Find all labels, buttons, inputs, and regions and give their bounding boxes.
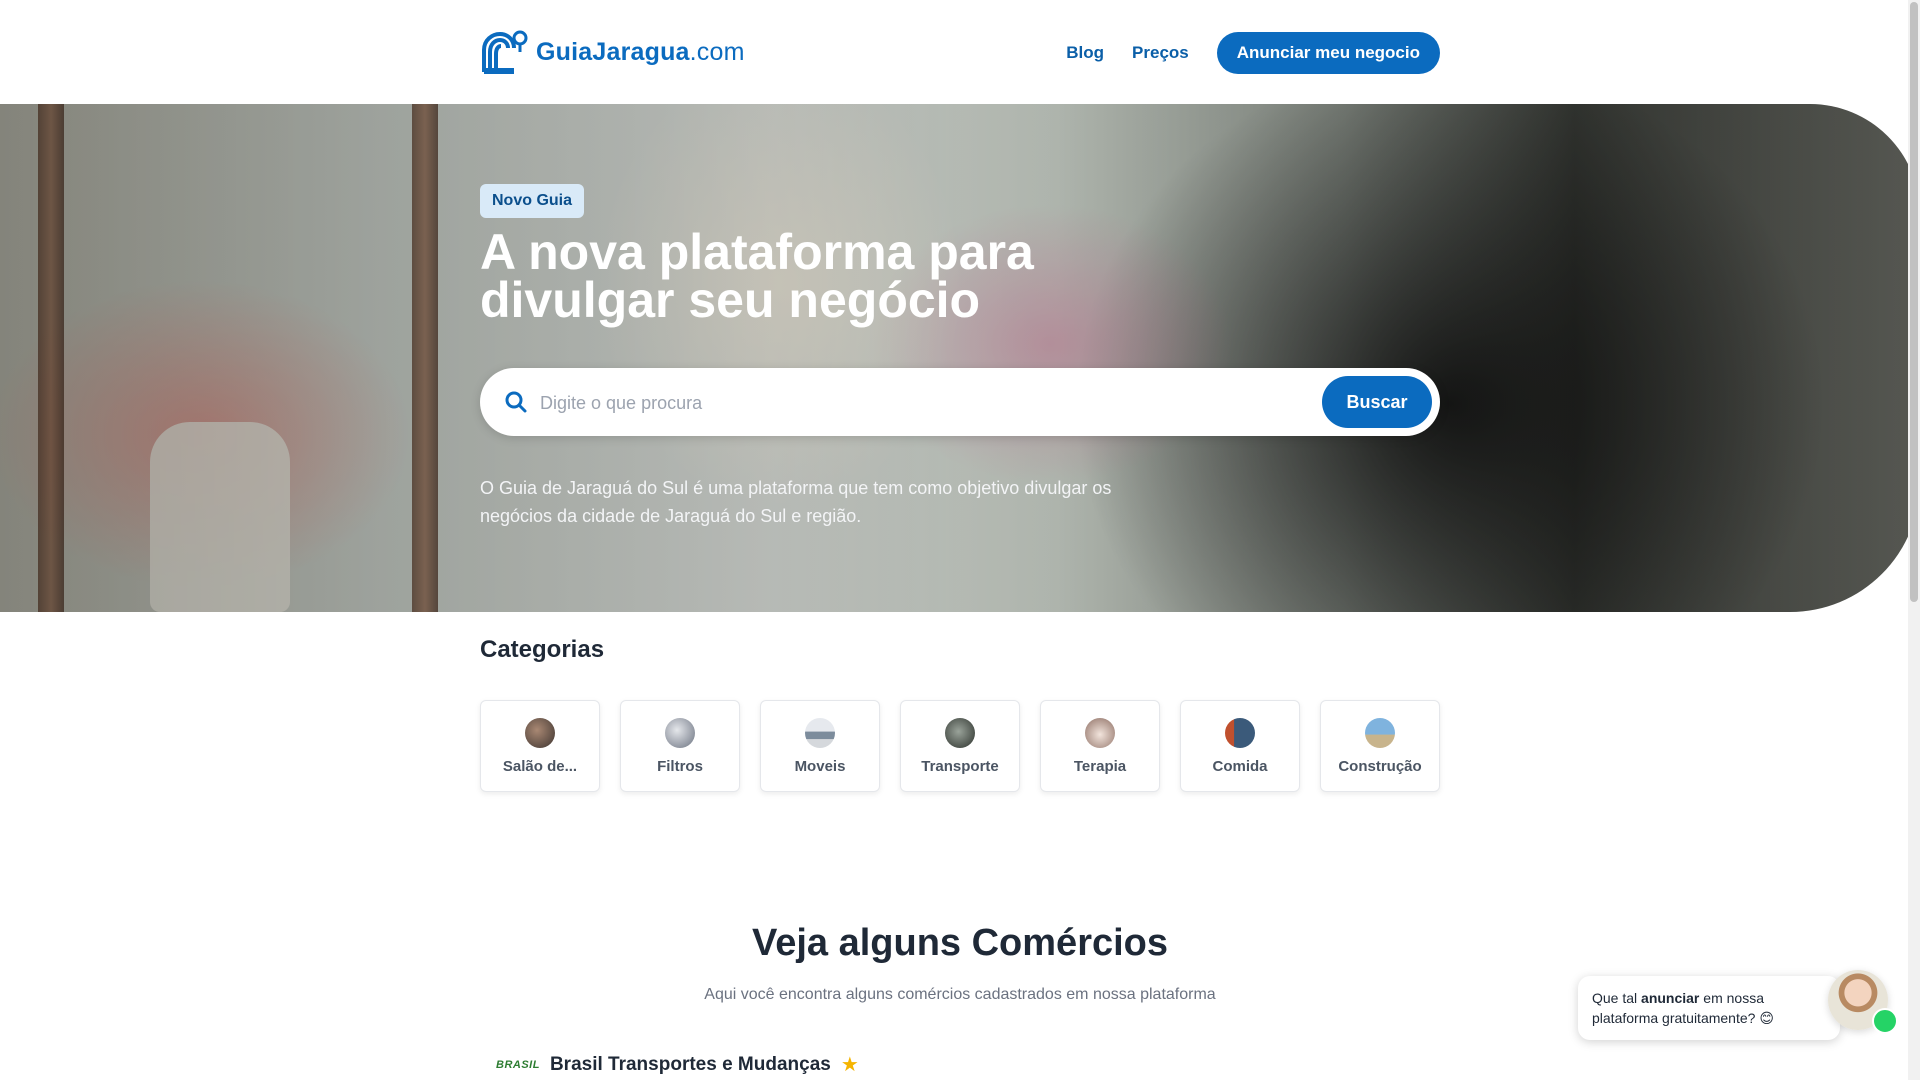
- category-terapia-image: [1085, 717, 1115, 748]
- business-logo: BRASIL: [496, 1058, 540, 1071]
- hero-title: A nova plataforma para divulgar seu negóc…: [480, 224, 1034, 328]
- business-item[interactable]: BRASIL Brasil Transportes e Mudanças ★: [496, 1052, 859, 1077]
- new-guide-badge: Novo Guia: [480, 184, 585, 218]
- category-moveis-image: [805, 717, 835, 748]
- category-moveis[interactable]: Moveis: [760, 700, 880, 792]
- star-icon: ★: [840, 1054, 859, 1076]
- nav-blog[interactable]: Blog: [1066, 43, 1104, 63]
- commerces-title: Veja alguns Comércios: [751, 922, 1169, 964]
- whatsapp-icon[interactable]: [1872, 1008, 1898, 1034]
- logo[interactable]: GuiaJaragua.com: [480, 28, 745, 76]
- category-construcao[interactable]: Construção: [1320, 700, 1440, 792]
- categories-list: Salão de... Filtros Moveis Transporte Te…: [480, 700, 1440, 792]
- search-icon: [505, 391, 527, 413]
- category-transporte-image: [945, 717, 975, 748]
- category-label: Filtros: [657, 757, 703, 775]
- category-filtros-image: [665, 717, 695, 748]
- category-filtros[interactable]: Filtros: [620, 700, 740, 792]
- page-scrollbar[interactable]: [1908, 0, 1920, 1080]
- logo-text: GuiaJaragua.com: [536, 37, 745, 66]
- category-comida-image: [1225, 717, 1255, 748]
- search-input[interactable]: [538, 382, 1282, 424]
- category-salao[interactable]: Salão de...: [480, 700, 600, 792]
- search-button[interactable]: Buscar: [1322, 376, 1432, 428]
- category-label: Salão de...: [502, 757, 578, 775]
- site-header: GuiaJaragua.com Blog Preços Anunciar meu…: [0, 0, 1920, 104]
- category-construcao-image: [1365, 717, 1395, 748]
- categories-title: Categorias: [480, 636, 605, 663]
- main-nav: Blog Preços Anunciar meu negocio: [1066, 32, 1440, 74]
- category-terapia[interactable]: Terapia: [1040, 700, 1160, 792]
- business-name: Brasil Transportes e Mudanças: [549, 1053, 831, 1075]
- category-label: Transporte: [921, 757, 999, 775]
- search-bar: Buscar: [480, 368, 1440, 436]
- nav-precos[interactable]: Preços: [1132, 43, 1189, 63]
- scrollbar-thumb[interactable]: [1910, 2, 1918, 602]
- chat-bubble[interactable]: Que tal anunciar em nossa plataforma gra…: [1578, 976, 1840, 1040]
- hero-overlay: [0, 104, 1920, 612]
- hero-banner: [0, 104, 1920, 612]
- category-salao-image: [525, 717, 555, 748]
- category-label: Comida: [1212, 757, 1268, 775]
- logo-pin-icon: [482, 30, 528, 74]
- category-label: Construção: [1338, 757, 1422, 775]
- category-label: Moveis: [794, 757, 846, 775]
- category-comida[interactable]: Comida: [1180, 700, 1300, 792]
- anunciar-button[interactable]: Anunciar meu negocio: [1216, 32, 1440, 74]
- category-transporte[interactable]: Transporte: [900, 700, 1020, 792]
- category-label: Terapia: [1073, 757, 1127, 775]
- hero-description: O Guia de Jaraguá do Sul é uma plataform…: [480, 478, 1112, 526]
